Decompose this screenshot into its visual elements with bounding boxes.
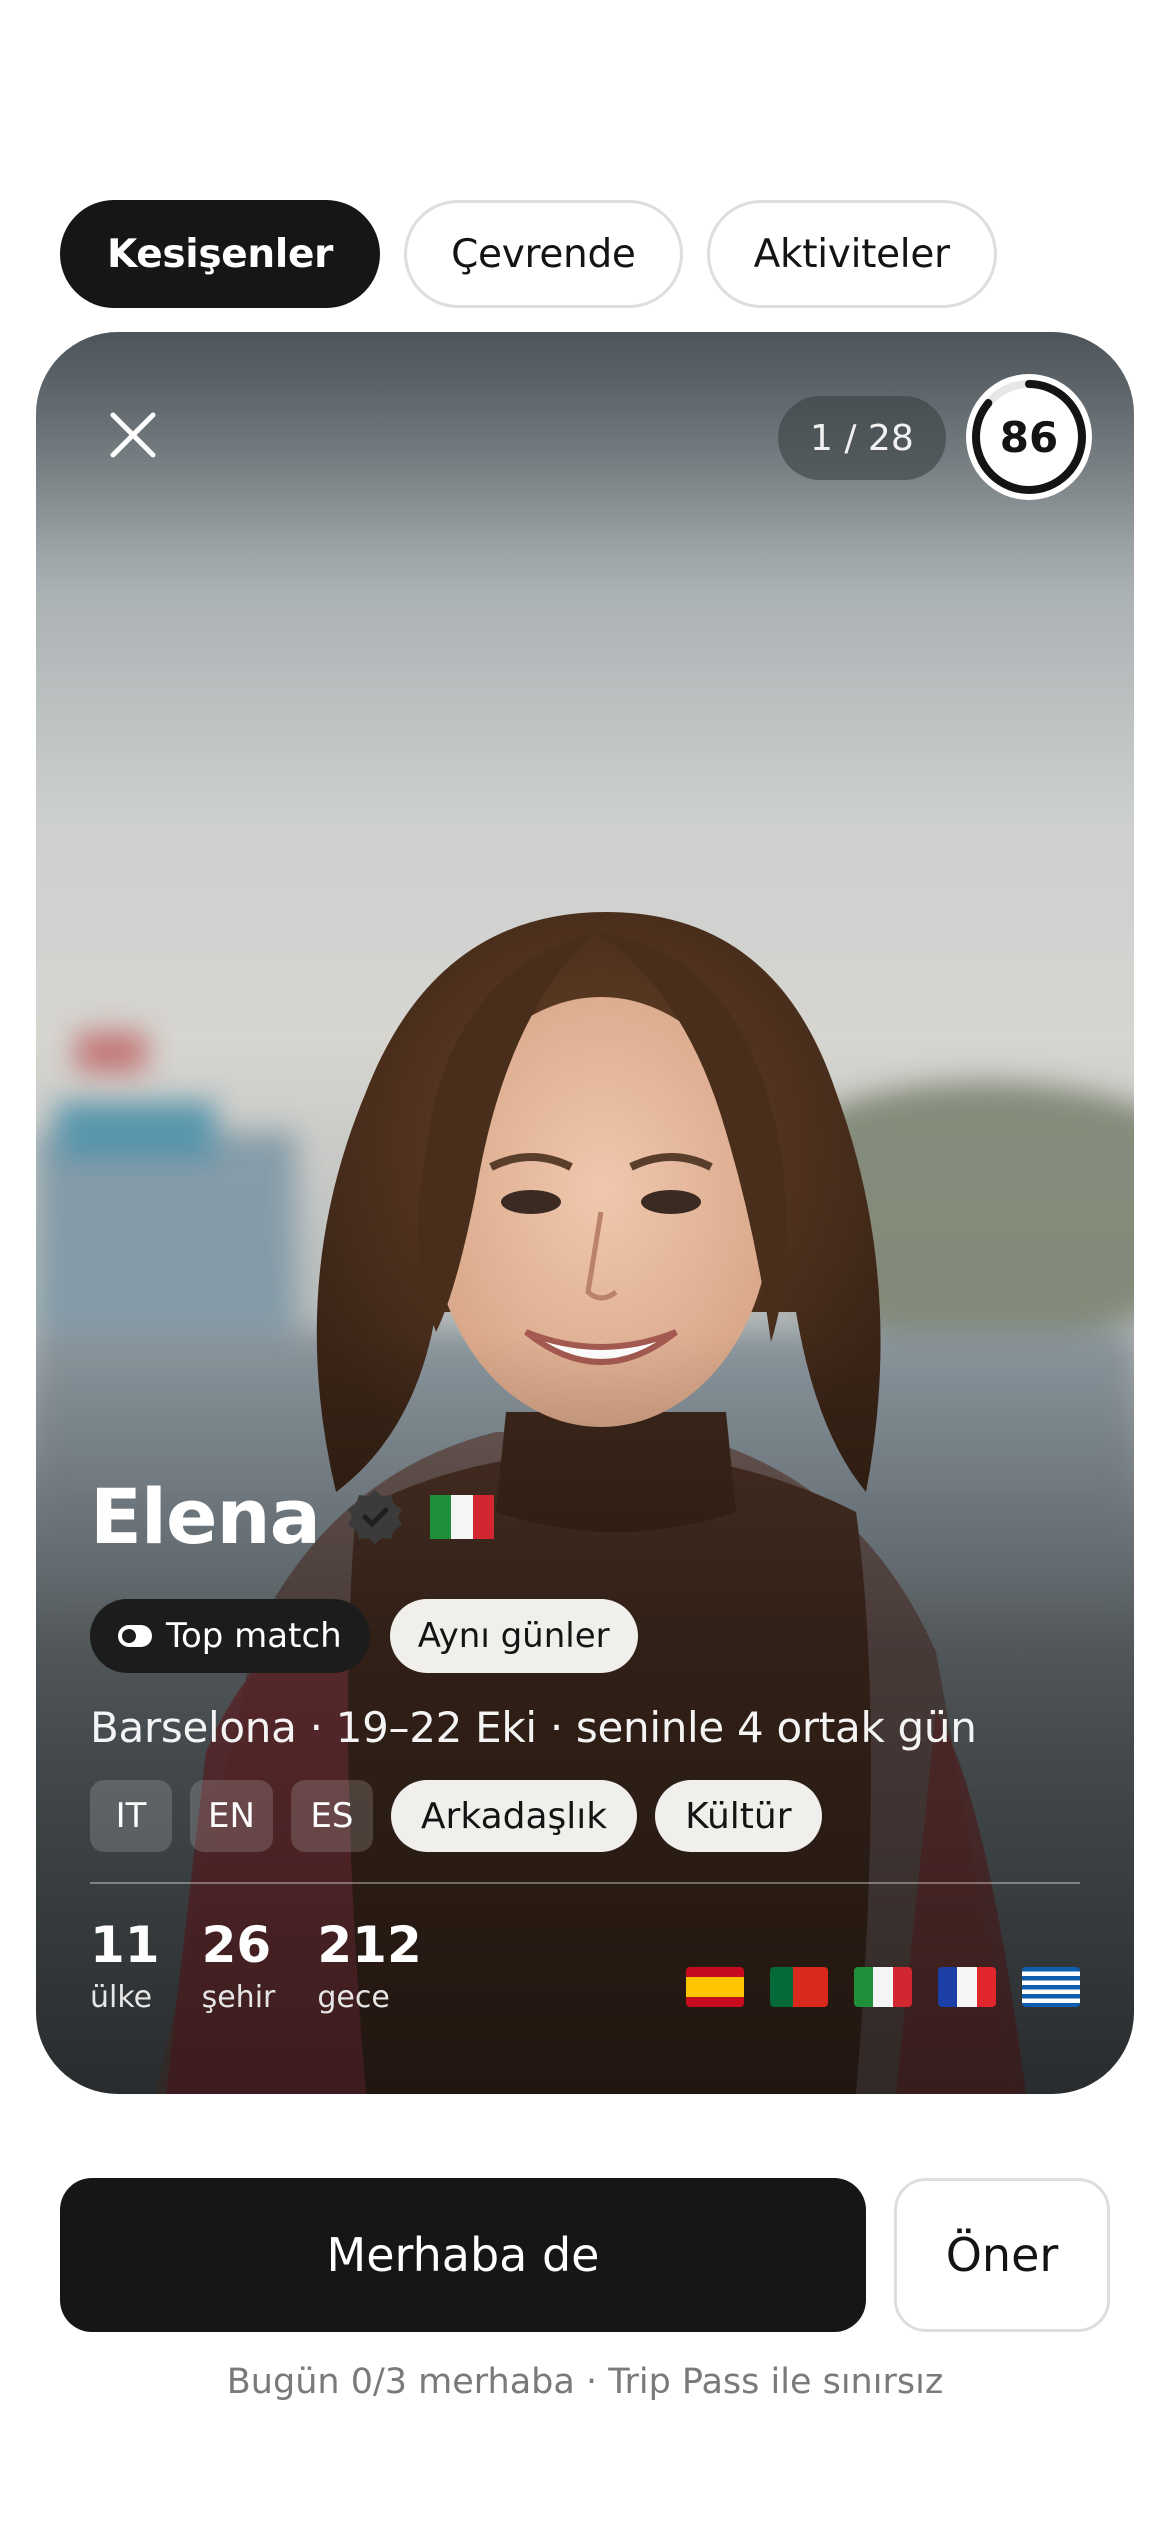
travel-stats: 11 ülke 26 şehir 212 gece <box>90 1920 1080 2015</box>
visited-flags <box>686 1967 1080 2015</box>
interest-tag: Arkadaşlık <box>390 1780 638 1852</box>
stat-label: gece <box>317 1980 390 2015</box>
toggle-icon <box>118 1625 152 1647</box>
language-tag: IT <box>90 1780 172 1852</box>
profile-counter: 1 / 28 <box>778 396 946 480</box>
match-score: 86 <box>966 374 1092 500</box>
same-days-badge: Aynı günler <box>389 1599 638 1673</box>
tab-aktiviteler[interactable]: Aktiviteler <box>706 200 997 308</box>
name-row: Elena <box>90 1472 1080 1561</box>
divider <box>90 1882 1080 1884</box>
filter-tabs: Kesişenler Çevrende Aktiviteler <box>60 200 997 308</box>
stat-label: ülke <box>90 1980 153 2015</box>
suggest-button[interactable]: Öner <box>894 2178 1110 2332</box>
verified-badge-icon <box>347 1489 402 1544</box>
close-icon <box>110 412 156 458</box>
profile-info: Elena Top match Aynı günler Barselona · … <box>90 1472 1080 2015</box>
match-score-value: 86 <box>999 412 1059 462</box>
stat-countries: 11 ülke <box>90 1920 160 2015</box>
stat-value: 212 <box>317 1916 422 1974</box>
badge-row: Top match Aynı günler <box>90 1599 1080 1673</box>
flag-italy-icon <box>854 1967 912 2007</box>
interest-tag: Kültür <box>655 1780 822 1852</box>
daily-limit-note: Bugün 0/3 merhaba · Trip Pass ile sınırs… <box>226 2362 944 2402</box>
close-button[interactable] <box>98 400 168 470</box>
tab-kesisenler[interactable]: Kesişenler <box>60 200 381 308</box>
flag-italy-icon <box>429 1494 494 1539</box>
top-match-label: Top match <box>166 1616 342 1656</box>
stat-value: 11 <box>90 1916 160 1974</box>
flag-france-icon <box>938 1967 996 2007</box>
language-tag: ES <box>290 1780 373 1852</box>
stat-cities: 26 şehir <box>202 1920 276 2015</box>
flag-spain-icon <box>686 1967 744 2007</box>
stat-nights: 212 gece <box>317 1920 421 2015</box>
stat-label: şehir <box>201 1980 276 2015</box>
stat-value: 26 <box>201 1916 272 1974</box>
profile-card[interactable]: 1 / 28 86 Elena Top match Aynı günler Ba… <box>36 332 1134 2094</box>
tag-row: IT EN ES Arkadaşlık Kültür <box>90 1780 1080 1852</box>
trip-meta: Barselona · 19–22 Eki · seninle 4 ortak … <box>90 1703 977 1752</box>
tab-cevrende[interactable]: Çevrende <box>404 200 683 308</box>
flag-portugal-icon <box>770 1967 828 2007</box>
say-hello-button[interactable]: Merhaba de <box>60 2178 866 2332</box>
profile-name: Elena <box>90 1472 321 1561</box>
top-match-badge: Top match <box>90 1599 370 1673</box>
flag-greece-icon <box>1022 1967 1080 2007</box>
language-tag: EN <box>190 1780 273 1852</box>
